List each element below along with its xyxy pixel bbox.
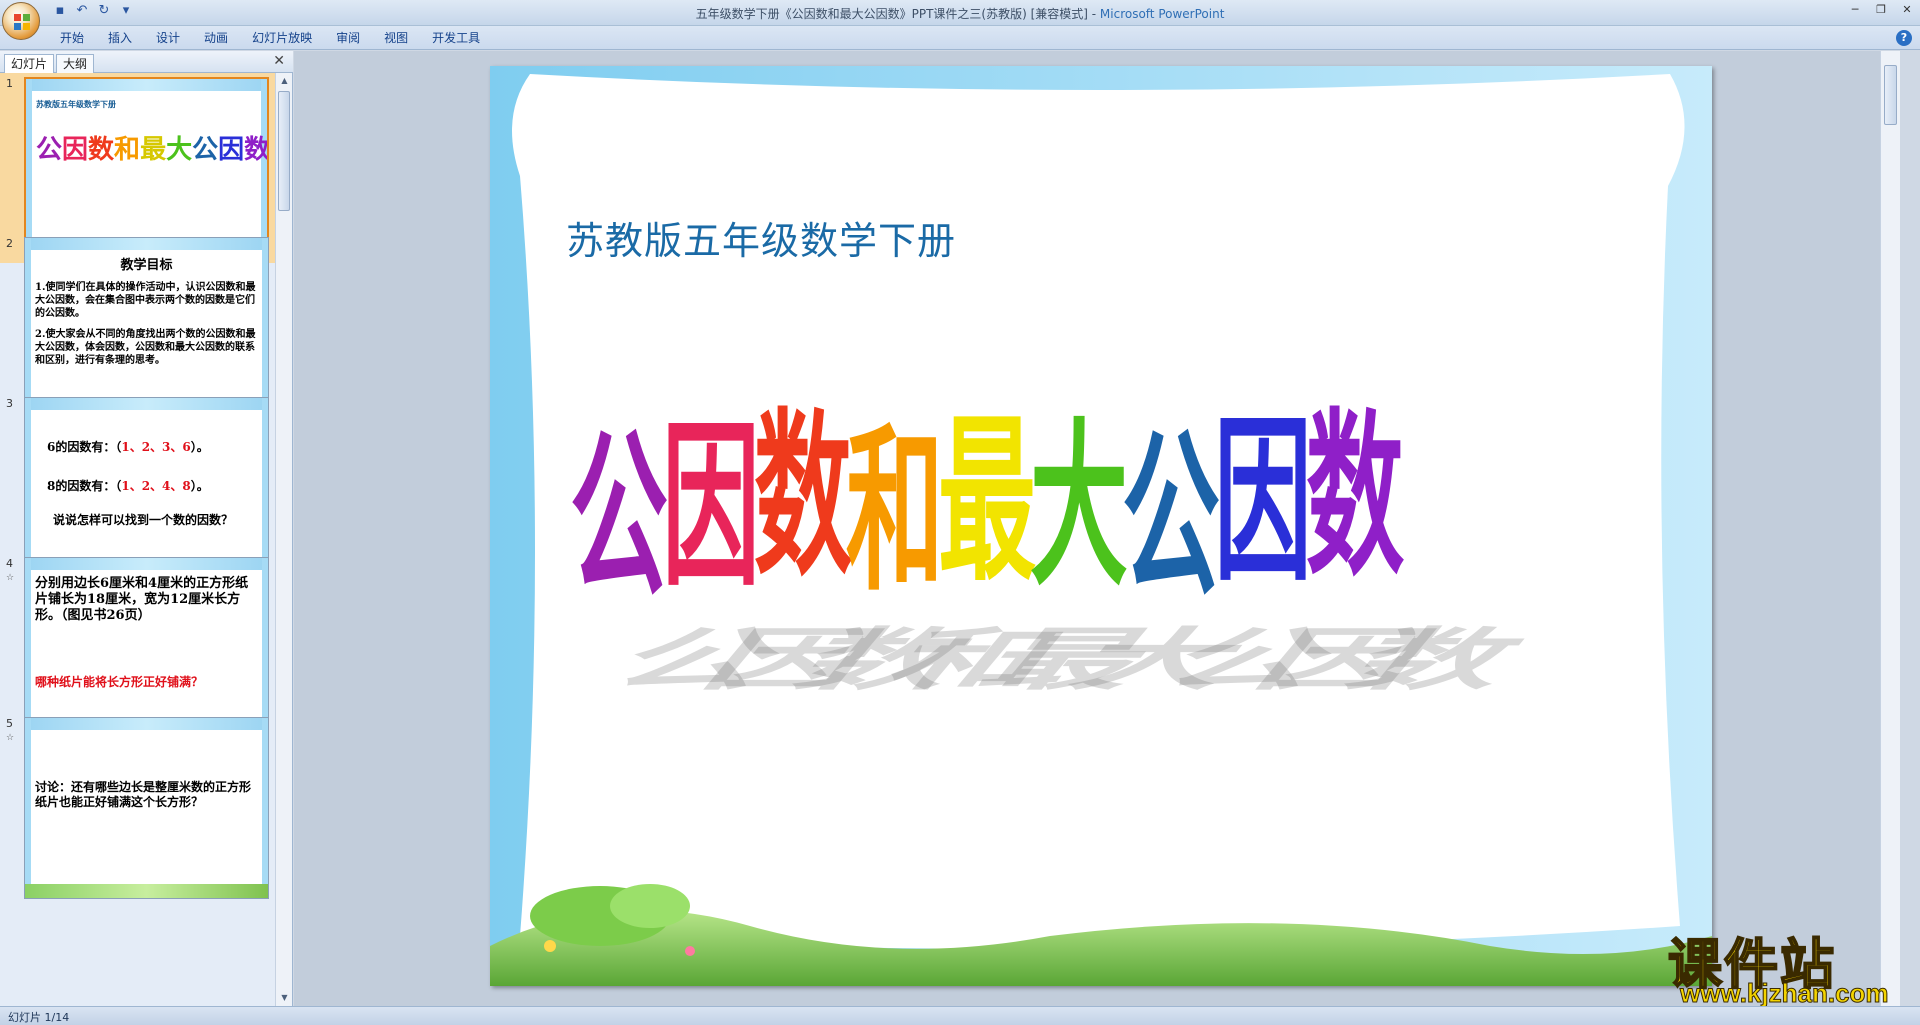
ribbon-tabs: 开始 插入 设计 动画 幻灯片放映 审阅 视图 开发工具 — [48, 30, 492, 46]
app-name: Microsoft PowerPoint — [1099, 7, 1225, 21]
title-char: 大 — [1030, 401, 1128, 610]
tab-animations[interactable]: 动画 — [192, 30, 240, 46]
scroll-down-icon[interactable]: ▼ — [276, 990, 293, 1006]
thumb-subtitle: 苏教版五年级数学下册 — [36, 100, 116, 109]
thumb-content: 分别用边长6厘米和4厘米的正方形纸片铺长为18厘米，宽为12厘米长方形。（图见书… — [35, 572, 258, 722]
slides-pane: 幻灯片 大纲 ✕ 1 苏教版五年级数学下册 公 因 数 和 最 大 公 因 数 … — [0, 51, 293, 1006]
thumb-paragraph: 讨论：还有哪些边长是整厘米数的正方形纸片也能正好铺满这个长方形？ — [35, 780, 252, 809]
thumb-content: 讨论：还有哪些边长是整厘米数的正方形纸片也能正好铺满这个长方形？ — [35, 732, 258, 882]
slide-thumbnail[interactable]: 分别用边长6厘米和4厘米的正方形纸片铺长为18厘米，宽为12厘米长方形。（图见书… — [24, 557, 269, 739]
animation-star-icon: ☆ — [6, 573, 15, 583]
slide-counter: 幻灯片 1/14 — [8, 1011, 70, 1024]
slide-editor: 苏教版五年级数学下册 公因数和最大公因数公因数和最大公因数 — [294, 51, 1900, 1006]
tab-slides[interactable]: 幻灯片 — [4, 54, 55, 73]
slide-thumbnail[interactable]: 6的因数有：（1、2、3、6）。 8的因数有：（1、2、4、8）。 说说怎样可以… — [24, 397, 269, 579]
thumb-title-char: 公 — [36, 135, 63, 165]
title-char: 因 — [662, 401, 760, 610]
title-char: 数 — [1306, 391, 1404, 600]
slide-thumbnail[interactable]: 讨论：还有哪些边长是整厘米数的正方形纸片也能正好铺满这个长方形？ — [24, 717, 269, 899]
thumb-title-char: 因 — [218, 135, 245, 165]
thumb-title: 公 因 数 和 最 大 公 因 数 — [36, 129, 267, 166]
watermark-url: www.kjzhan.com — [1680, 978, 1890, 1009]
tab-home[interactable]: 开始 — [48, 30, 96, 46]
window-controls: ─ ❐ ✕ — [1842, 2, 1920, 18]
title-char: 公 — [1122, 411, 1220, 620]
thumb-heading: 教学目标 — [120, 258, 173, 273]
tab-insert[interactable]: 插入 — [96, 30, 144, 46]
window-title: 五年级数学下册《公因数和最大公因数》PPT课件之三(苏教版) [兼容模式] - … — [0, 5, 1920, 22]
thumb-line: 6的因数有：（1、2、3、6）。 — [47, 440, 209, 454]
pane-tabs: 幻灯片 大纲 ✕ — [0, 51, 293, 73]
thumbnail-list: 1 苏教版五年级数学下册 公 因 数 和 最 大 公 因 数 2 教学目标 1.… — [0, 73, 275, 1006]
tab-review[interactable]: 审阅 — [324, 30, 372, 46]
status-bar: 幻灯片 1/14 — [0, 1006, 1920, 1025]
slide-number: 4 — [6, 557, 13, 570]
thumb-title-char: 公 — [192, 135, 219, 165]
scroll-up-icon[interactable]: ▲ — [276, 73, 293, 89]
title-char: 数 — [754, 391, 852, 600]
thumb-title-char: 和 — [114, 135, 141, 165]
thumb-title-char: 数 — [244, 135, 269, 165]
thumbnail-slot-5[interactable]: 5 ☆ 讨论：还有哪些边长是整厘米数的正方形纸片也能正好铺满这个长方形？ — [0, 713, 275, 903]
office-button[interactable] — [2, 2, 40, 40]
document-title: 五年级数学下册《公因数和最大公因数》PPT课件之三(苏教版) [兼容模式] - — [695, 7, 1100, 21]
slide-number: 5 — [6, 717, 13, 730]
office-logo-icon — [14, 14, 30, 30]
thumb-title-char: 大 — [166, 135, 193, 165]
tab-view[interactable]: 视图 — [372, 30, 420, 46]
thumb-paragraph: 2.使大家会从不同的角度找出两个数的公因数和最大公因数，体会因数，公因数和最大公… — [35, 329, 256, 366]
animation-star-icon: ☆ — [6, 733, 15, 743]
title-char: 公 — [570, 411, 668, 620]
tab-developer[interactable]: 开发工具 — [420, 30, 492, 46]
thumb-question: 哪种纸片能将长方形正好铺满？ — [35, 675, 204, 689]
site-watermark: 课件站 www.kjzhan.com — [1667, 920, 1908, 1010]
thumbnail-scrollbar[interactable]: ▲ ▼ — [275, 73, 292, 1006]
thumb-paragraph: 1.使同学们在具体的操作活动中，认识公因数和最大公因数，会在集合图中表示两个数的… — [35, 282, 256, 319]
tab-outline[interactable]: 大纲 — [56, 54, 95, 73]
thumb-title-char: 最 — [140, 135, 167, 165]
minimize-icon[interactable]: ─ — [1842, 2, 1868, 18]
slide-scrollbar[interactable] — [1880, 51, 1900, 1006]
title-bar: ▪ ↶ ↻ ▾ 五年级数学下册《公因数和最大公因数》PPT课件之三(苏教版) [… — [0, 0, 1920, 40]
thumb-line: 说说怎样可以找到一个数的因数？ — [53, 513, 234, 527]
help-icon[interactable]: ? — [1896, 30, 1912, 46]
slide-number: 3 — [6, 397, 13, 410]
title-char: 因 — [1214, 396, 1312, 605]
slide-number: 1 — [6, 77, 13, 90]
powerpoint-window: ▪ ↶ ↻ ▾ 五年级数学下册《公因数和最大公因数》PPT课件之三(苏教版) [… — [0, 0, 1920, 1025]
thumb-line: 8的因数有：（1、2、4、8）。 — [47, 479, 209, 493]
slide-title-wordart[interactable]: 公因数和最大公因数公因数和最大公因数 — [490, 66, 1712, 986]
scroll-thumb[interactable] — [1884, 65, 1897, 125]
thumb-content: 教学目标 1.使同学们在具体的操作活动中，认识公因数和最大公因数，会在集合图中表… — [35, 252, 258, 402]
scroll-thumb[interactable] — [278, 91, 290, 211]
close-icon[interactable]: ✕ — [1894, 2, 1920, 18]
title-char: 和 — [846, 406, 944, 615]
slide-thumbnail[interactable]: 教学目标 1.使同学们在具体的操作活动中，认识公因数和最大公因数，会在集合图中表… — [24, 237, 269, 419]
ribbon-tab-bar: 开始 插入 设计 动画 幻灯片放映 审阅 视图 开发工具 ? — [0, 26, 1920, 50]
slide-number: 2 — [6, 237, 13, 250]
thumb-title-char: 因 — [62, 135, 89, 165]
tab-slideshow[interactable]: 幻灯片放映 — [240, 30, 324, 46]
thumb-content: 6的因数有：（1、2、3、6）。 8的因数有：（1、2、4、8）。 说说怎样可以… — [35, 412, 258, 562]
slide-thumbnail[interactable]: 苏教版五年级数学下册 公 因 数 和 最 大 公 因 数 — [24, 77, 269, 259]
title-char: 最 — [938, 396, 1036, 605]
tab-design[interactable]: 设计 — [144, 30, 192, 46]
current-slide[interactable]: 苏教版五年级数学下册 公因数和最大公因数公因数和最大公因数 — [490, 66, 1712, 986]
close-pane-icon[interactable]: ✕ — [273, 53, 285, 69]
restore-icon[interactable]: ❐ — [1868, 2, 1894, 18]
thumb-title-char: 数 — [88, 135, 115, 165]
thumb-paragraph: 分别用边长6厘米和4厘米的正方形纸片铺长为18厘米，宽为12厘米长方形。（图见书… — [35, 576, 249, 623]
